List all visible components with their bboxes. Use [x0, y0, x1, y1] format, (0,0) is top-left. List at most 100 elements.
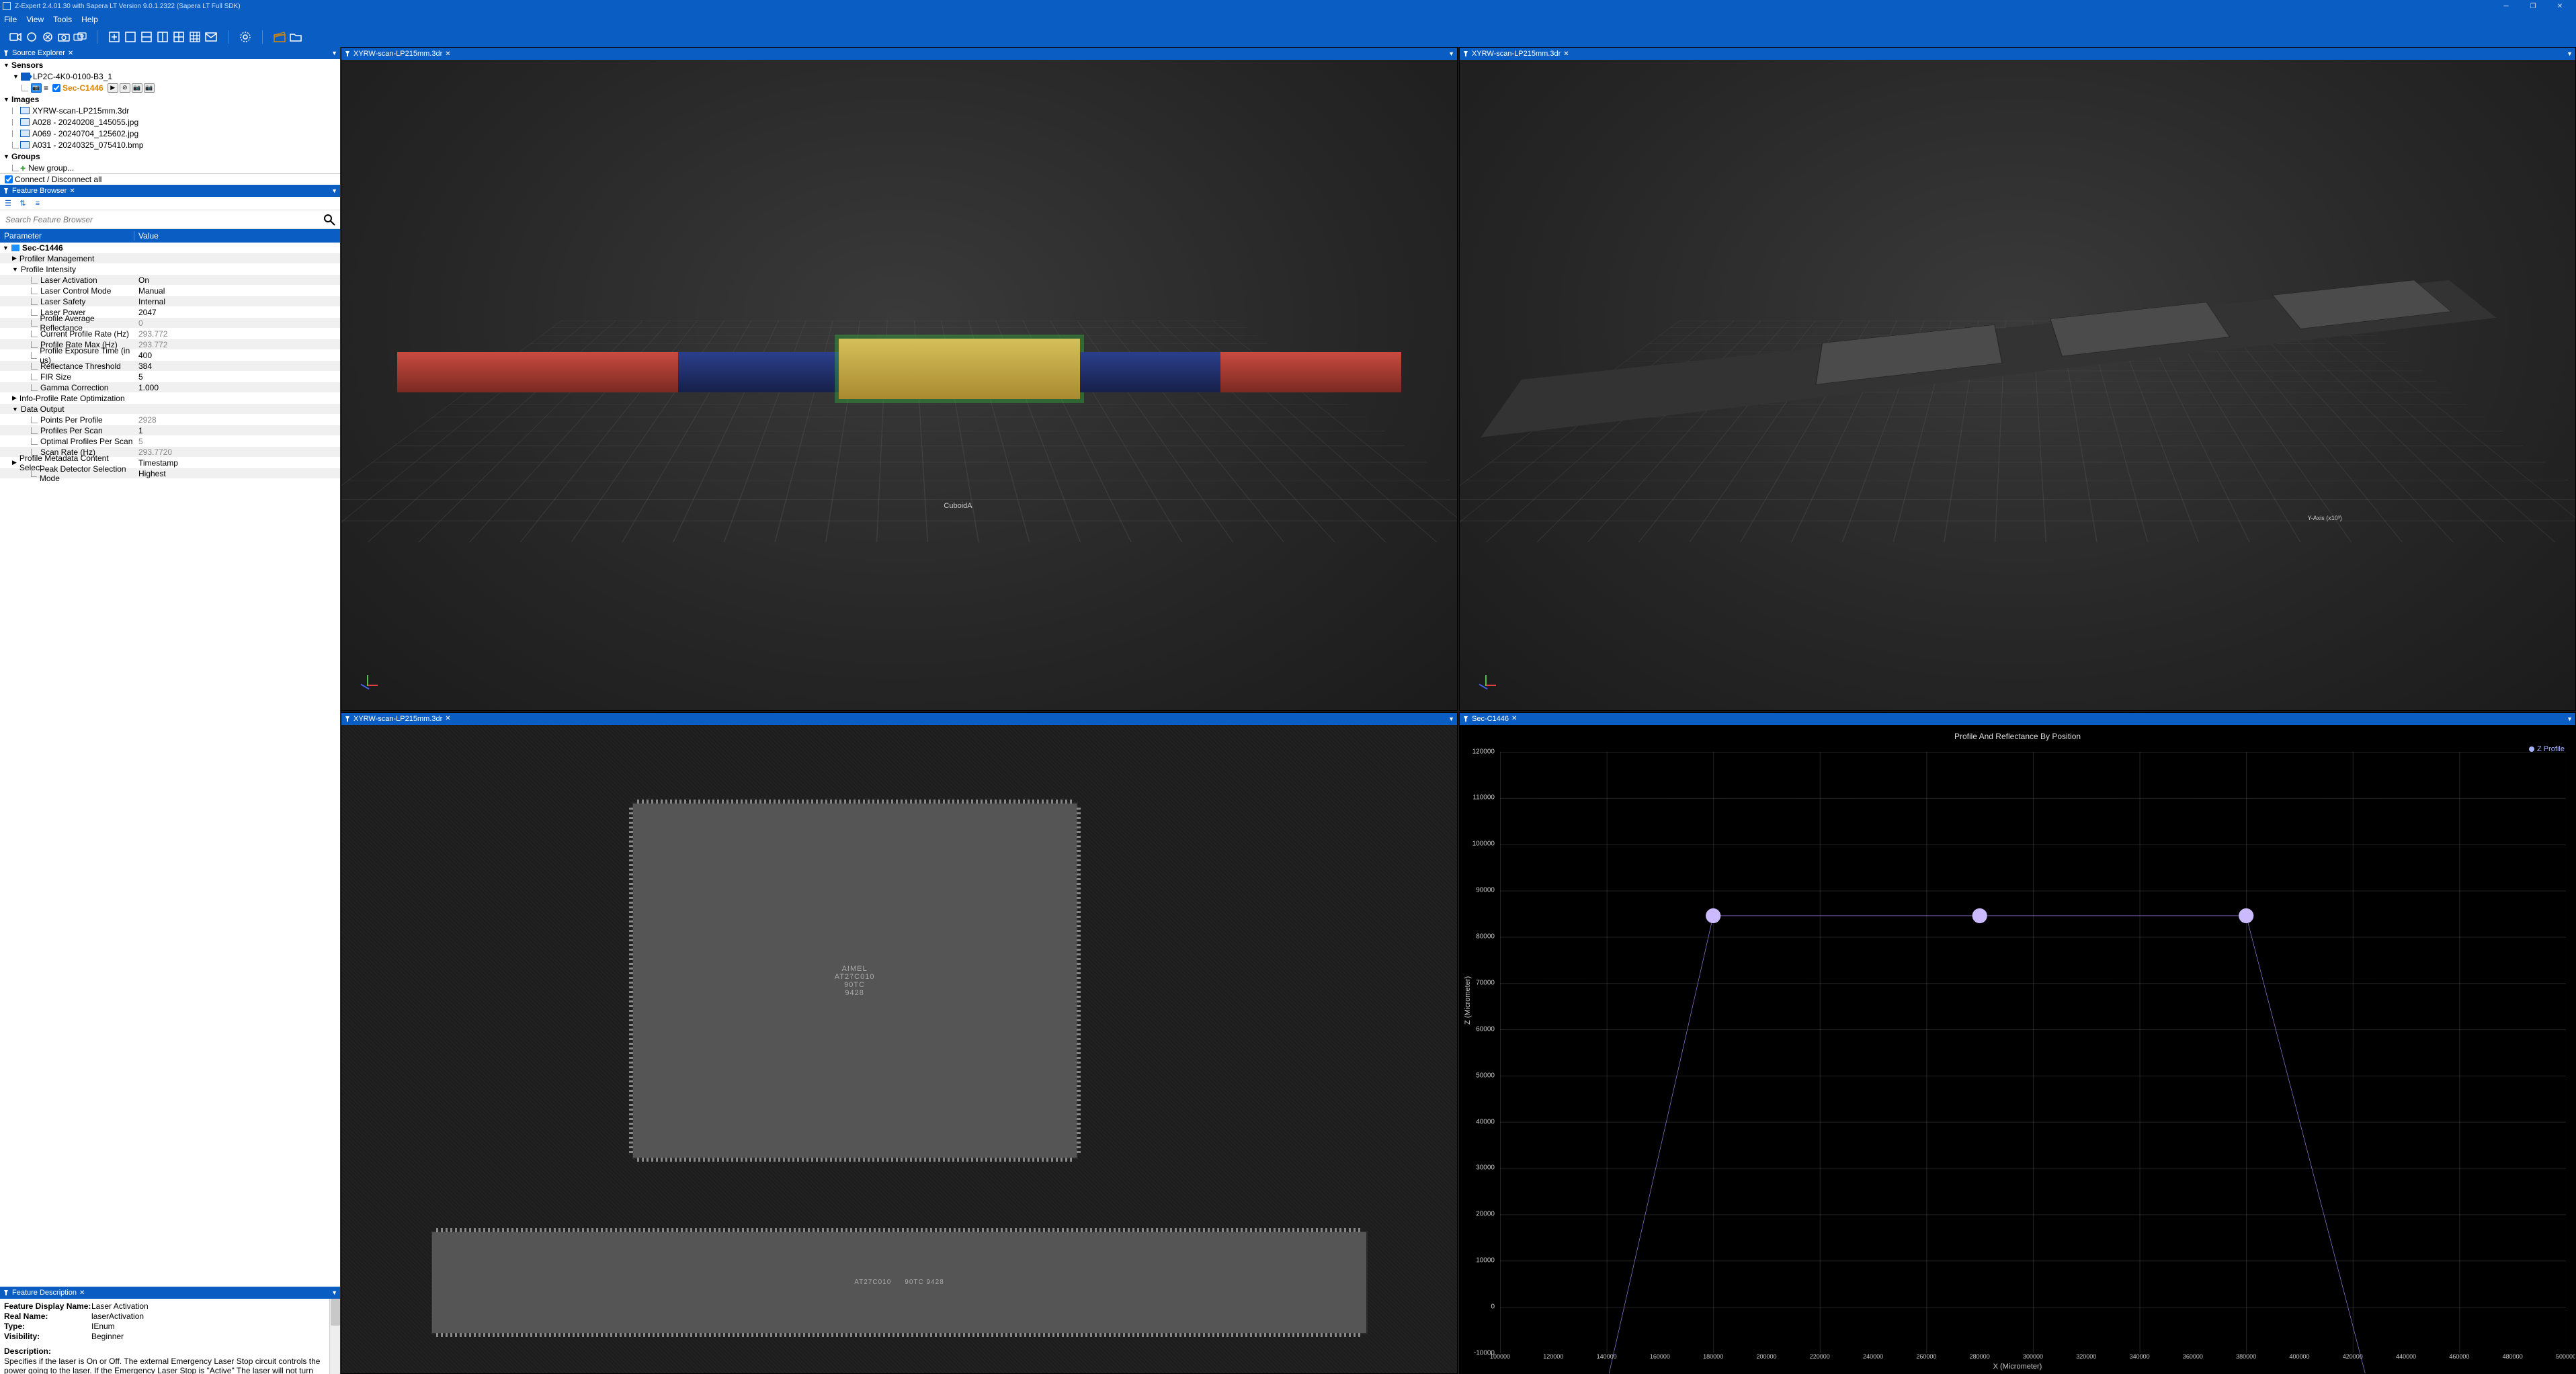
sensor-record-icon[interactable]: ▶ — [108, 83, 118, 93]
settings-button[interactable] — [238, 30, 253, 44]
feature-root-row[interactable]: ▼Sec-C1446 — [0, 243, 340, 253]
maximize-button[interactable]: ❐ — [2520, 0, 2546, 12]
feature-param-row[interactable]: Profile Average Reflectance0 — [0, 318, 340, 329]
tree-sensor-node[interactable]: 📷 ≡ Sec-C1446 ▶ ⊘ 📷 📷 — [0, 82, 340, 93]
connect-all-checkbox[interactable] — [5, 175, 13, 183]
feature-param-row[interactable]: Laser Control ModeManual — [0, 286, 340, 296]
feature-category-row[interactable]: ▼Data Output — [0, 404, 340, 415]
feature-browser-header[interactable]: Feature Browser ✕ ▼ — [0, 185, 340, 197]
menu-help[interactable]: Help — [81, 15, 98, 24]
feature-category-row[interactable]: ▼Profile Intensity — [0, 264, 340, 275]
chart-plot-area[interactable] — [1500, 752, 2566, 1354]
feature-description-header[interactable]: Feature Description ✕ ▼ — [0, 1287, 340, 1299]
fb-filter-icon[interactable]: ≡ — [32, 198, 43, 209]
source-explorer-menu-caret[interactable]: ▼ — [331, 50, 337, 56]
layout-vert-button[interactable] — [155, 30, 170, 44]
layout-grid-button[interactable] — [188, 30, 202, 44]
feature-description-close[interactable]: ✕ — [79, 1289, 85, 1297]
menu-file[interactable]: File — [4, 15, 17, 24]
layout-horiz-button[interactable] — [139, 30, 154, 44]
viewport-br-canvas[interactable]: Profile And Reflectance By Position Z Pr… — [1460, 725, 2575, 1374]
feature-param-row[interactable]: FIR Size5 — [0, 372, 340, 382]
feature-description-menu-caret[interactable]: ▼ — [331, 1289, 337, 1296]
axis-gizmo-icon — [1473, 673, 1497, 697]
viewport-tl-caret[interactable]: ▼ — [1448, 50, 1454, 57]
fb-list-icon[interactable]: ☰ — [3, 198, 13, 209]
feature-table-header: Parameter Value — [0, 229, 340, 243]
sensor-cancel-icon[interactable]: ⊘ — [120, 83, 130, 93]
add-pane-button[interactable] — [107, 30, 122, 44]
feature-param-row[interactable]: Profiles Per Scan1 — [0, 425, 340, 436]
viewport-br-close[interactable]: ✕ — [1511, 715, 1517, 722]
feature-table-body[interactable]: ▼Sec-C1446▶Profiler Management▼Profile I… — [0, 243, 340, 1287]
viewport-bl-canvas[interactable]: AIMEL AT27C010 90TC 9428 AT27C010 90TC 9… — [341, 725, 1457, 1374]
folder-button[interactable] — [288, 30, 303, 44]
multi-snapshot-button[interactable] — [73, 30, 87, 44]
tree-image-item[interactable]: A069 - 20240704_125602.jpg — [0, 128, 340, 139]
feature-category-row[interactable]: ▶Profiler Management — [0, 253, 340, 264]
viewport-3d-grey: XYRW-scan-LP215mm.3dr ✕ ▼ Y-Ax — [1459, 47, 2576, 711]
sensor-multisnap-icon[interactable]: 📷 — [144, 83, 155, 93]
feature-param-row[interactable]: Profile Exposure Time (in us)400 — [0, 350, 340, 361]
viewport-tl-header[interactable]: XYRW-scan-LP215mm.3dr ✕ ▼ — [341, 48, 1457, 60]
fdesc-scrollbar[interactable] — [329, 1299, 340, 1374]
viewport-bl-caret[interactable]: ▼ — [1448, 716, 1454, 722]
viewport-tr-caret[interactable]: ▼ — [2567, 50, 2573, 57]
viewport-br-header[interactable]: Sec-C1446 ✕ ▼ — [1460, 713, 2575, 725]
source-explorer-close[interactable]: ✕ — [68, 50, 73, 57]
feature-search-input[interactable] — [0, 210, 340, 228]
minimize-button[interactable]: ─ — [2493, 0, 2520, 12]
col-parameter[interactable]: Parameter — [0, 231, 134, 241]
viewport-tr-header[interactable]: XYRW-scan-LP215mm.3dr ✕ ▼ — [1460, 48, 2575, 60]
viewport-bl-header[interactable]: XYRW-scan-LP215mm.3dr ✕ ▼ — [341, 713, 1457, 725]
sensor-enable-checkbox[interactable] — [52, 84, 60, 92]
feature-search-row — [0, 210, 340, 229]
feature-browser-menu-caret[interactable]: ▼ — [331, 187, 337, 194]
viewport-br-caret[interactable]: ▼ — [2567, 716, 2573, 722]
stop-button[interactable] — [24, 30, 39, 44]
layout-quad-button[interactable] — [171, 30, 186, 44]
fdesc-visibility: Beginner — [91, 1332, 124, 1341]
tree-image-item[interactable]: A031 - 20240325_075410.bmp — [0, 139, 340, 151]
tree-sensors-group[interactable]: Sensors — [0, 59, 340, 71]
fb-tree-icon[interactable]: ⇅ — [17, 198, 28, 209]
sensor-snap-icon[interactable]: 📷 — [132, 83, 142, 93]
cancel-circle-button[interactable] — [40, 30, 55, 44]
feature-param-row[interactable]: Laser SafetyInternal — [0, 296, 340, 307]
tree-image-item[interactable]: A028 - 20240208_145055.jpg — [0, 116, 340, 128]
viewport-tr-canvas[interactable]: Y-Axis (x10³) — [1460, 60, 2575, 710]
feature-param-row[interactable]: Gamma Correction1.000 — [0, 382, 340, 393]
chip-main: AIMEL AT27C010 90TC 9428 — [632, 802, 1078, 1159]
record-button[interactable] — [8, 30, 23, 44]
feature-param-row[interactable]: Laser ActivationOn — [0, 275, 340, 286]
viewport-tl-canvas[interactable]: CuboidA — [341, 60, 1457, 710]
viewport-tl-close[interactable]: ✕ — [445, 50, 450, 58]
clapper-button[interactable] — [272, 30, 287, 44]
feature-param-row[interactable]: Reflectance Threshold384 — [0, 361, 340, 372]
feature-param-row[interactable]: Points Per Profile2928 — [0, 415, 340, 425]
mail-button[interactable] — [204, 30, 218, 44]
tree-device-node[interactable]: LP2C-4K0-0100-B3_1 — [0, 71, 340, 82]
search-icon[interactable] — [323, 213, 336, 226]
feature-category-row[interactable]: ▶Info-Profile Rate Optimization — [0, 393, 340, 404]
viewport-tr-close[interactable]: ✕ — [1563, 50, 1569, 58]
feature-param-row[interactable]: Peak Detector Selection ModeHighest — [0, 468, 340, 479]
feature-browser-close[interactable]: ✕ — [69, 187, 75, 195]
menu-view[interactable]: View — [26, 15, 44, 24]
tree-connect-all[interactable]: Connect / Disconnect all — [0, 173, 340, 185]
tree-image-item[interactable]: XYRW-scan-LP215mm.3dr — [0, 105, 340, 116]
viewport-bl-close[interactable]: ✕ — [445, 715, 450, 722]
feature-param-row[interactable]: Current Profile Rate (Hz)293.772 — [0, 329, 340, 339]
tree-new-group[interactable]: +New group... — [0, 162, 340, 173]
layout-single-button[interactable] — [123, 30, 138, 44]
tree-images-group[interactable]: Images — [0, 93, 340, 105]
col-value[interactable]: Value — [134, 231, 340, 241]
feature-param-row[interactable]: Optimal Profiles Per Scan5 — [0, 436, 340, 447]
tree-groups-group[interactable]: Groups — [0, 151, 340, 162]
close-button[interactable]: ✕ — [2546, 0, 2573, 12]
viewport-tl-title: XYRW-scan-LP215mm.3dr — [354, 50, 442, 58]
menu-tools[interactable]: Tools — [53, 15, 72, 24]
image-icon — [20, 107, 30, 114]
source-explorer-header[interactable]: Source Explorer ✕ ▼ — [0, 47, 340, 59]
snapshot-button[interactable] — [56, 30, 71, 44]
